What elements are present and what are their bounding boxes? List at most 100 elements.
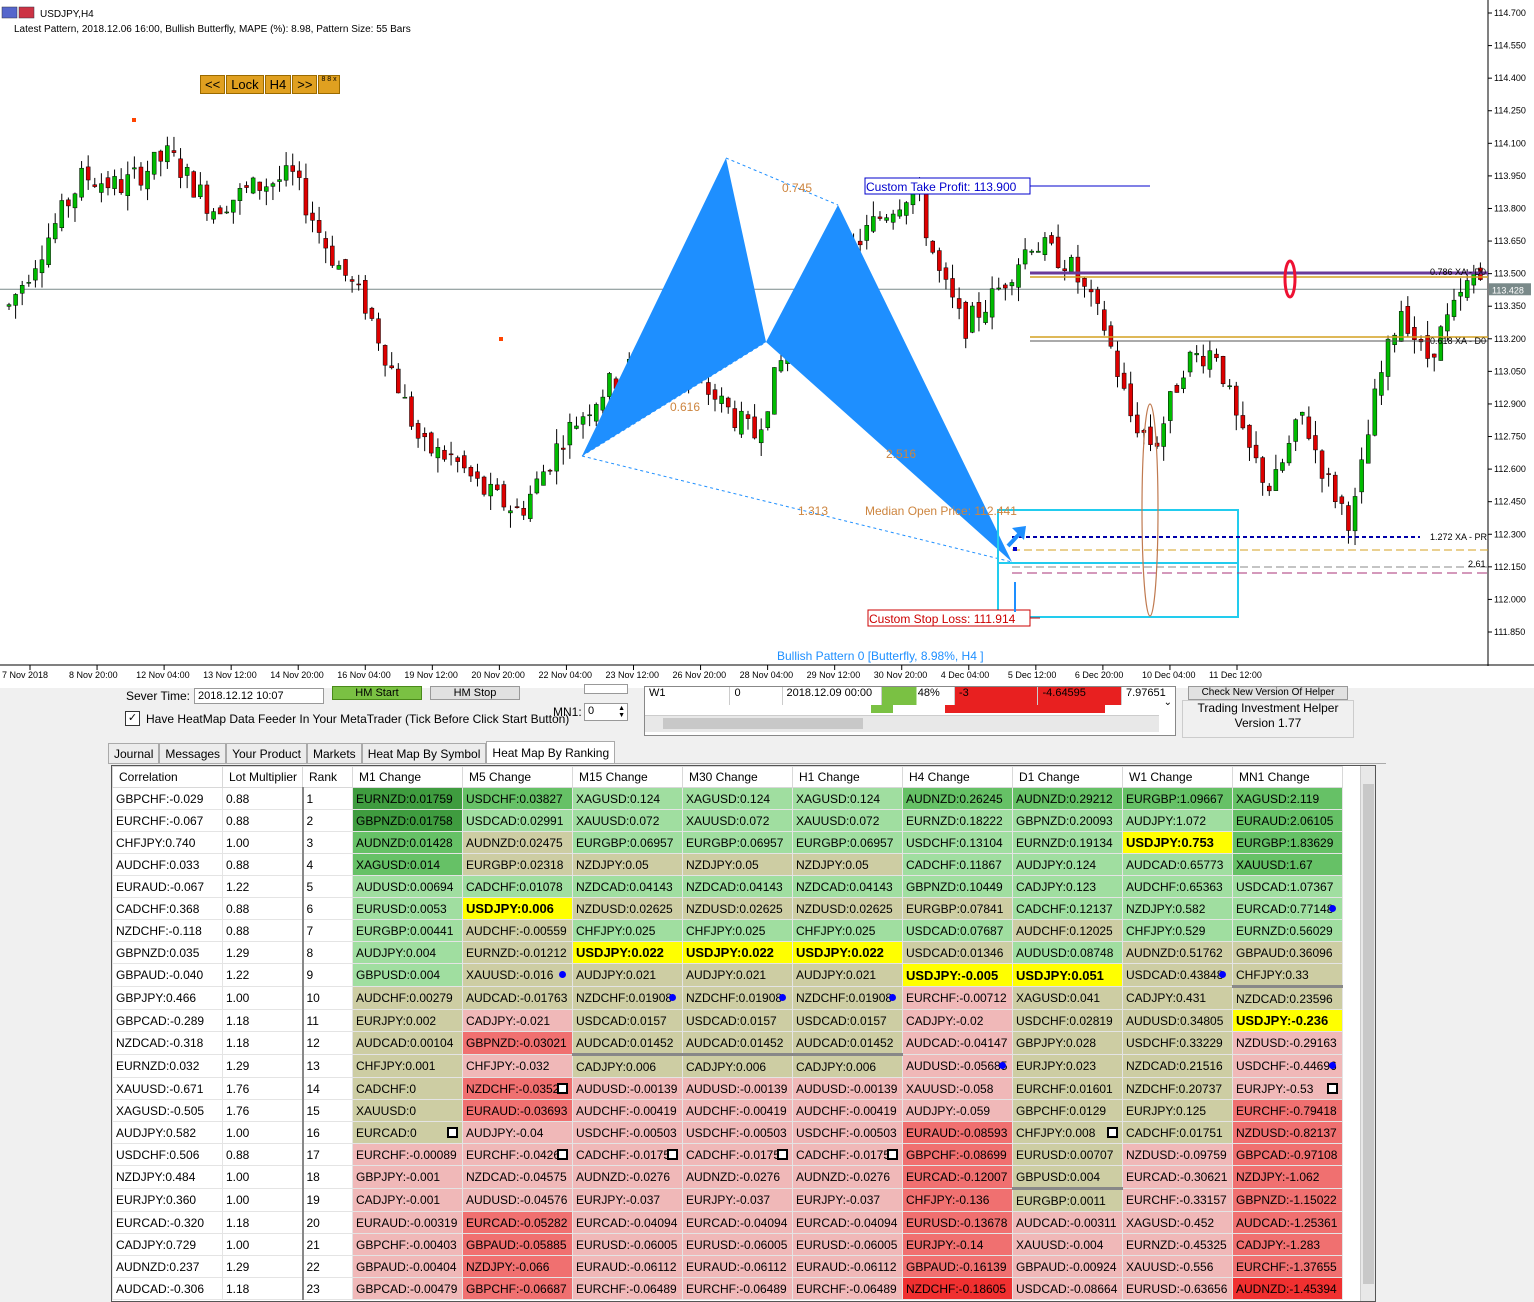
candle-body [508,510,513,514]
candle-body [26,282,32,284]
column-header[interactable]: D1 Change [1012,766,1123,788]
grid-vscroll[interactable] [1360,766,1375,1301]
hm-start-button[interactable]: HM Start [332,686,422,700]
table-row[interactable]: AUDCHF:0.033 0.88 4 XAGUSD:0.014 EURGBP:0.02… [112,853,1343,876]
candle-body [184,167,190,176]
candle-body [1135,414,1140,434]
table-row[interactable]: USDCHF:0.506 0.88 17 EURCHF:-0.00089 EURCHF:… [112,1143,1343,1166]
table-row[interactable]: XAUUSD:-0.671 1.76 14 CADCHF:0 NZDCHF:-0.035… [112,1077,1343,1100]
heatmap-cell: NZDCHF:0.01908 [792,986,903,1010]
table-row[interactable]: CADCHF:0.368 0.88 6 EURUSD:0.0053 USDJPY:0.0… [112,897,1343,920]
stop-loss-label: Custom Stop Loss: 111.914 [869,612,1016,626]
server-time-field[interactable]: 2018.12.12 10:07 [194,688,324,704]
heatmap-cell: EURGBP:1.83629 [1232,831,1343,854]
tab-journal[interactable]: Journal [108,743,160,764]
heatmap-cell: NZDCAD:0.04143 [682,875,793,898]
lot-multiplier-cell: 1.18 [222,1031,303,1055]
heatmap-cell: EURCHF:-1.37655 [1232,1255,1343,1278]
candle-body [1379,372,1384,396]
table-row[interactable]: EURCHF:-0.067 0.88 2 GBPNZD:0.01758 USDCAD:0… [112,809,1343,832]
chart-canvas[interactable]: USDJPY,H4 Latest Pattern, 2018.12.06 16:0… [0,0,1534,688]
candle-body [1069,256,1074,272]
next-button[interactable]: >> [292,75,318,94]
heatmap-cell: EURCHF:-0.06489 [682,1277,793,1300]
candle-body [1168,391,1173,421]
table-row[interactable]: EURNZD:0.032 1.29 13 CHFJPY:0.001 CHFJPY:-0.… [112,1053,1343,1078]
vscroll-thumb[interactable] [1363,784,1374,1284]
rank-cell: 19 [301,1188,353,1212]
correlation-cell: CADCHF:0.368 [112,897,223,920]
candle-body [46,237,51,265]
heatmap-cell: EURJPY:0.002 [352,1009,463,1032]
price-tick-label: 112.450 [1494,497,1526,507]
timeframe-button[interactable]: H4 [264,75,292,94]
signal-dot-icon [669,994,676,1001]
heatmap-cell: USDCAD:0.07687 [902,919,1013,942]
heatmap-cell: EURCHF:-0.00089 [352,1143,463,1166]
column-header[interactable]: M15 Change [572,766,683,788]
heatmap-cell: AUDCHF:0.12025 [1012,919,1123,942]
hm-stop-button[interactable]: HM Stop [430,686,520,700]
column-header[interactable]: Correlation [112,766,223,788]
heatmap-cell: EURJPY:-0.14 [902,1233,1013,1256]
table-row[interactable]: CADJPY:0.729 1.00 21 GBPCHF:-0.00403 GBPAUD:… [112,1233,1343,1256]
table-row[interactable]: AUDJPY:0.582 1.00 16 EURCAD:0 AUDJPY:-0.04 US… [112,1121,1343,1144]
prev-button[interactable]: << [200,75,226,94]
column-header[interactable]: W1 Change [1122,766,1233,788]
table-row[interactable]: EURAUD:-0.067 1.22 5 AUDUSD:0.00694 CADCHF:0… [112,875,1343,898]
column-header[interactable]: Rank [302,766,353,788]
table-row[interactable]: XAGUSD:-0.505 1.76 15 XAUUSD:0 EURAUD:-0.036… [112,1099,1343,1122]
timeframe-summary-list[interactable]: W1 0 2018.12.09 00:00 48% -3 -4.64595 7.… [644,686,1176,736]
table-row[interactable]: GBPAUD:-0.040 1.22 9 GBPUSD:0.004 XAUUSD:-0.… [112,963,1343,987]
hscroll-thumb[interactable] [663,718,863,729]
table-row[interactable]: AUDNZD:0.237 1.29 22 GBPAUD:-0.00404 NZDJPY:… [112,1255,1343,1278]
top-spinner[interactable] [584,684,628,694]
table-row[interactable]: AUDCAD:-0.306 1.18 23 GBPCAD:-0.00479 GBPCHF… [112,1277,1343,1300]
table-row[interactable]: CHFJPY:0.740 1.00 3 AUDNZD:0.01428 AUDNZD:0.… [112,831,1343,854]
candle-body [1095,289,1100,304]
heatmap-cell: XAUUSD:-0.556 [1122,1255,1233,1278]
tab-heat-map-by-symbol[interactable]: Heat Map By Symbol [361,743,487,764]
spinner-arrows-icon[interactable]: ▲ ▼ [618,705,625,719]
column-header[interactable]: MN1 Change [1232,766,1343,788]
column-header[interactable]: H1 Change [792,766,903,788]
table-row[interactable]: GBPJPY:0.466 1.00 10 AUDCHF:0.00279 AUDCAD:-… [112,985,1343,1010]
column-header[interactable]: M5 Change [462,766,573,788]
heatmap-cell: NZDCHF:-0.18605 [902,1277,1013,1300]
table-row[interactable]: NZDCHF:-0.118 0.88 7 EURGBP:0.00441 AUDCHF:-… [112,919,1343,942]
signal-dot-icon [999,1062,1006,1069]
table-row[interactable]: EURCAD:-0.320 1.18 20 EURAUD:-0.00319 EURCAD… [112,1211,1343,1234]
tab-messages[interactable]: Messages [159,743,227,764]
tab-your-product[interactable]: Your Product [226,743,307,764]
correlation-cell: EURCAD:-0.320 [112,1211,223,1234]
correlation-cell: GBPCAD:-0.289 [112,1009,223,1032]
column-header[interactable]: Lot Multiplier [222,766,303,788]
mn1-input[interactable]: 0 ▲ ▼ [584,703,628,721]
table-row[interactable]: NZDJPY:0.484 1.00 18 GBPJPY:-0.001 NZDCAD:-0… [112,1165,1343,1189]
tab-markets[interactable]: Markets [307,743,362,764]
summary-hscroll[interactable] [645,715,1159,732]
latest-pattern-info: Latest Pattern, 2018.12.06 16:00, Bullis… [14,24,411,35]
chevron-down-icon[interactable]: ⌄ [1164,697,1172,708]
close-toolbar-button[interactable]: 8 8 x [318,75,340,94]
check-version-button[interactable]: Check New Version Of Helper [1188,686,1348,700]
heatmap-cell: CHFJPY:0.008 [1012,1121,1123,1144]
column-header[interactable]: M1 Change [352,766,463,788]
price-chart[interactable]: USDJPY,H4 Latest Pattern, 2018.12.06 16:0… [0,0,1534,688]
column-header[interactable]: M30 Change [682,766,793,788]
heatmap-cell: EURCHF:-0.04268 [462,1143,573,1166]
table-row[interactable]: GBPNZD:0.035 1.29 8 AUDJPY:0.004 EURNZD:-0.0… [112,941,1343,964]
table-row[interactable]: GBPCAD:-0.289 1.18 11 EURJPY:0.002 CADJPY:-0… [112,1009,1343,1032]
candle-body [1464,280,1470,298]
lock-button[interactable]: Lock [226,75,264,94]
table-row[interactable]: GBPCHF:-0.029 0.88 1 EURNZD:0.01759 USDCHF:0… [112,787,1343,810]
table-row[interactable]: EURJPY:0.360 1.00 19 CADJPY:-0.001 AUDUSD:-0… [112,1187,1343,1212]
heatmap-cell: EURGBP:0.06957 [682,831,793,854]
table-row[interactable]: NZDCAD:-0.318 1.18 12 AUDCAD:0.00104 GBPNZD:… [112,1031,1343,1055]
heatmap-grid[interactable]: Correlation Lot Multiplier Rank M1 Change M5… [111,765,1376,1302]
heatmap-cell: AUDUSD:-0.00139 [792,1077,903,1100]
column-header[interactable]: H4 Change [902,766,1013,788]
tab-heat-map-by-ranking[interactable]: Heat Map By Ranking [486,741,616,764]
heatmap-feeder-checkbox[interactable]: ✓ [125,711,140,726]
heatmap-cell: NZDUSD:-0.82137 [1232,1121,1343,1144]
